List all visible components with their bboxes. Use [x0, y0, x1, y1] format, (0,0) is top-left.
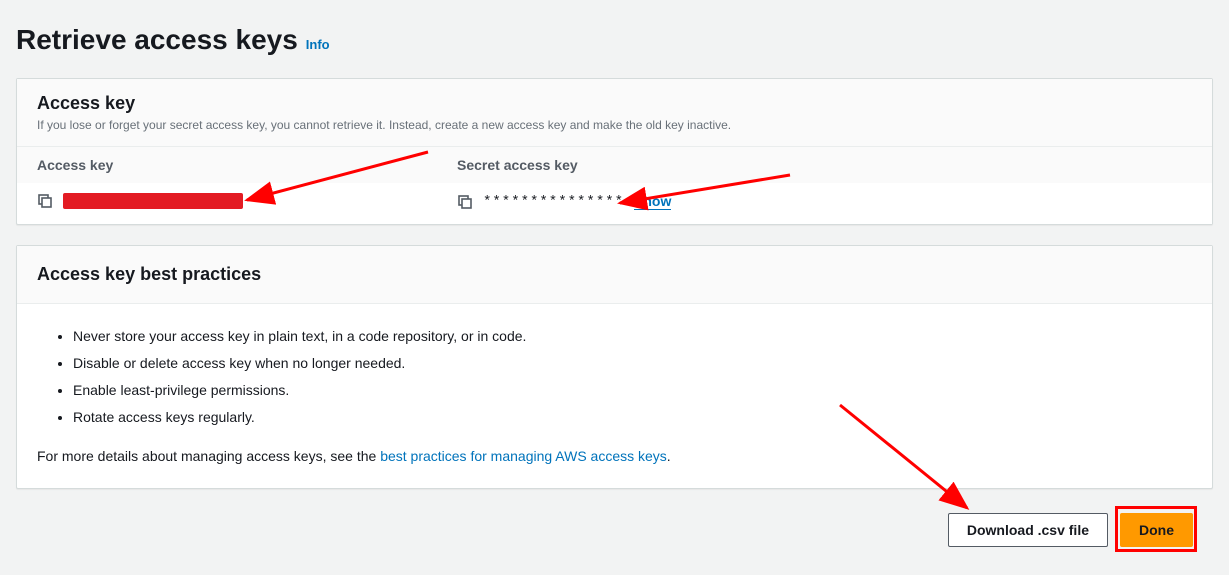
- download-csv-button[interactable]: Download .csv file: [948, 513, 1108, 547]
- button-row: Download .csv file Done: [16, 509, 1213, 559]
- show-secret-link[interactable]: Show: [634, 193, 671, 210]
- more-details-prefix: For more details about managing access k…: [37, 448, 380, 464]
- more-details-suffix: .: [667, 448, 671, 464]
- done-button[interactable]: Done: [1120, 513, 1193, 547]
- info-link[interactable]: Info: [306, 37, 330, 52]
- best-practices-link[interactable]: best practices for managing AWS access k…: [380, 448, 667, 464]
- secret-masked-value: ***************: [483, 194, 624, 210]
- best-practices-body: Never store your access key in plain tex…: [17, 304, 1212, 488]
- access-key-cell: [17, 183, 437, 223]
- copy-icon[interactable]: [37, 193, 53, 209]
- column-header-access-key: Access key: [17, 147, 437, 183]
- copy-icon[interactable]: [457, 194, 473, 210]
- access-key-table: Access key Secret access key: [17, 147, 1212, 224]
- access-key-panel-title: Access key: [37, 93, 1192, 114]
- page-header: Retrieve access keys Info: [16, 24, 1213, 56]
- list-item: Never store your access key in plain tex…: [73, 326, 1192, 347]
- list-item: Enable least-privilege permissions.: [73, 380, 1192, 401]
- list-item: Disable or delete access key when no lon…: [73, 353, 1192, 374]
- more-details-text: For more details about managing access k…: [37, 448, 1192, 464]
- access-key-panel-header: Access key If you lose or forget your se…: [17, 79, 1212, 147]
- best-practices-header: Access key best practices: [17, 246, 1212, 304]
- best-practices-title: Access key best practices: [37, 264, 1192, 285]
- access-key-panel-description: If you lose or forget your secret access…: [37, 118, 1192, 132]
- column-header-secret-access-key: Secret access key: [437, 147, 1212, 183]
- page-title: Retrieve access keys: [16, 24, 298, 56]
- list-item: Rotate access keys regularly.: [73, 407, 1192, 428]
- access-key-value-redacted: [63, 193, 243, 209]
- best-practices-list: Never store your access key in plain tex…: [37, 326, 1192, 428]
- best-practices-panel: Access key best practices Never store yo…: [16, 245, 1213, 489]
- access-key-panel: Access key If you lose or forget your se…: [16, 78, 1213, 225]
- secret-access-key-cell: *************** Show: [437, 183, 1212, 224]
